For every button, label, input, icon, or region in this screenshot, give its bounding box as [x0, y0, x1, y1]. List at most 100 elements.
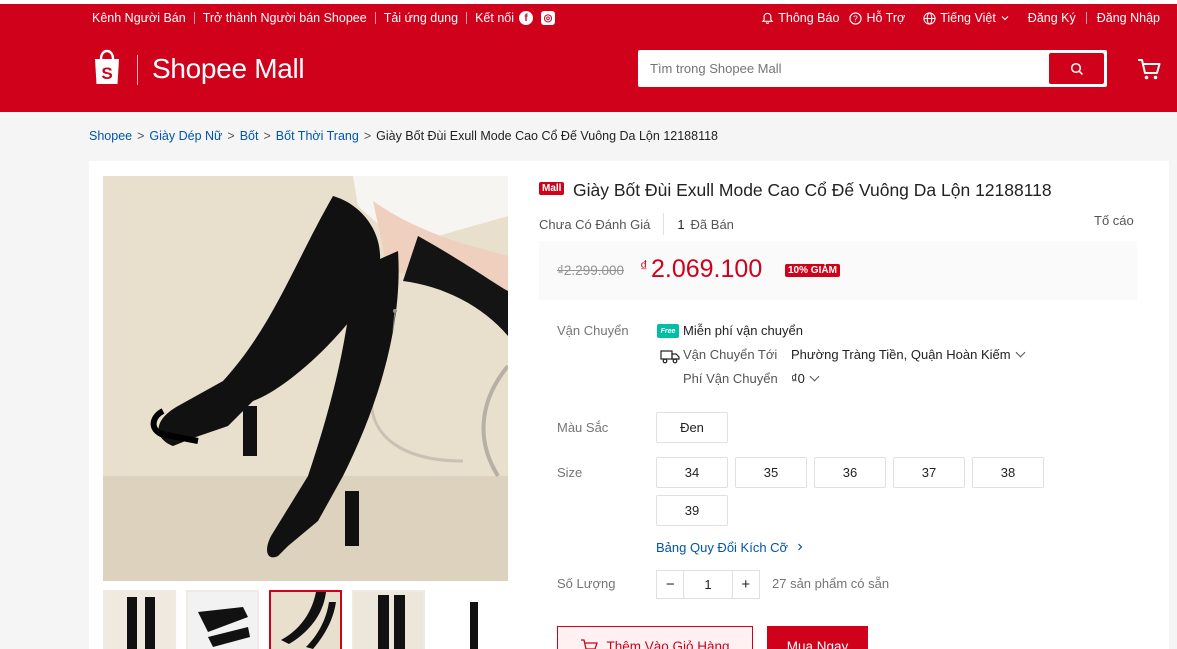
thumbnail-image [437, 592, 506, 649]
svg-text:S: S [101, 64, 112, 83]
size-option[interactable]: 34 [656, 457, 728, 488]
ship-fee-selector[interactable]: ₫0 [791, 371, 820, 386]
truck-icon [660, 350, 680, 364]
add-to-cart-label: Thêm Vào Giỏ Hàng [606, 638, 730, 649]
quantity-label: Số Lượng [557, 576, 616, 591]
sold-label: Đã Bán [690, 216, 734, 232]
breadcrumb-link[interactable]: Bốt Thời Trang [276, 129, 359, 143]
ship-to-label: Vận Chuyển Tới [683, 347, 778, 362]
size-option[interactable]: 39 [656, 495, 728, 526]
size-option[interactable]: 38 [972, 457, 1044, 488]
seller-channel-link[interactable]: Kênh Người Bán [92, 11, 186, 25]
thumbnail-image [271, 592, 340, 649]
mall-badge: Mall [539, 182, 565, 195]
quantity-stepper: − 1 + [656, 570, 760, 599]
chevron-down-icon [1001, 16, 1009, 21]
register-link[interactable]: Đăng Ký [1028, 11, 1076, 25]
thumbnail[interactable] [435, 590, 508, 649]
language-label: Tiếng Việt [940, 11, 996, 25]
size-label: Size [557, 465, 583, 480]
facebook-icon[interactable]: f [519, 11, 533, 25]
product-main-image[interactable] [103, 176, 508, 581]
search-button[interactable] [1049, 53, 1104, 84]
language-selector[interactable]: Tiếng Việt [923, 11, 1010, 25]
breadcrumb-separator: > [137, 129, 145, 143]
add-to-cart-button[interactable]: Thêm Vào Giỏ Hàng [557, 626, 753, 649]
ship-fee-label: Phí Vận Chuyển [683, 371, 778, 386]
size-option[interactable]: 37 [893, 457, 965, 488]
thumbnail-active[interactable] [269, 590, 342, 649]
nav-divider [193, 12, 195, 24]
product-meta: Chưa Có Đánh Giá 1 Đã Bán [539, 213, 734, 235]
thumbnail[interactable] [186, 590, 259, 649]
ship-fee-value: ₫0 [791, 371, 805, 386]
original-price: ₫2.299.000 [557, 263, 624, 278]
thumbnail[interactable] [103, 590, 176, 649]
report-link[interactable]: Tố cáo [1094, 213, 1134, 228]
ship-to-value: Phường Tràng Tiền, Quận Hoàn Kiếm [791, 347, 1011, 362]
top-nav-right: Thông Báo ? Hỗ Trợ Tiếng Việt Đăng Ký Đă… [751, 11, 1160, 25]
chevron-right-icon [797, 543, 803, 551]
quantity-increase-button[interactable]: + [733, 571, 759, 598]
breadcrumb-link[interactable]: Bốt [240, 129, 259, 143]
svg-text:?: ? [854, 13, 859, 23]
discount-badge: 10% GIẢM [785, 264, 840, 277]
notifications-label: Thông Báo [778, 11, 840, 25]
breadcrumb-current: Giày Bốt Đùi Exull Mode Cao Cổ Đế Vuông … [376, 129, 719, 143]
cart-icon[interactable] [1136, 56, 1162, 82]
chevron-down-icon [809, 371, 820, 382]
breadcrumb-link[interactable]: Shopee [89, 129, 132, 143]
nav-divider [466, 12, 468, 24]
logo-divider [137, 55, 138, 85]
size-option[interactable]: 35 [735, 457, 807, 488]
search-input[interactable] [638, 50, 1048, 87]
thumbnail-image [188, 592, 257, 649]
instagram-icon[interactable]: ◎ [541, 11, 555, 25]
help-icon: ? [849, 11, 863, 25]
buy-now-button[interactable]: Mua Ngay [767, 626, 868, 649]
size-guide-label: Bảng Quy Đổi Kích Cỡ [656, 540, 789, 555]
boots-photo [103, 176, 508, 581]
sold-count: 1 [677, 216, 685, 232]
download-app-link[interactable]: Tải ứng dụng [384, 11, 458, 25]
free-shipping-text: Miễn phí vận chuyển [683, 323, 803, 338]
shopee-mall-logo[interactable]: Shopee Mall [152, 53, 305, 85]
color-label: Màu Sắc [557, 420, 609, 435]
color-option[interactable]: Đen [656, 412, 728, 443]
currency-symbol: ₫ [640, 258, 648, 275]
quantity-decrease-button[interactable]: − [657, 571, 683, 598]
login-link[interactable]: Đăng Nhập [1097, 11, 1160, 25]
thumbnail[interactable] [352, 590, 425, 649]
notifications-link[interactable]: Thông Báo [761, 11, 839, 25]
nav-divider [1085, 12, 1087, 24]
free-shipping-icon: Free [657, 324, 679, 338]
thumbnail-strip [103, 590, 508, 649]
current-price: 2.069.100 [651, 255, 763, 283]
search-icon [1070, 62, 1083, 75]
product-title: Giày Bốt Đùi Exull Mode Cao Cổ Đế Vuông … [573, 180, 1052, 200]
breadcrumb-separator: > [227, 129, 235, 143]
breadcrumb-link[interactable]: Giày Dép Nữ [149, 129, 222, 143]
breadcrumb-separator: > [263, 129, 271, 143]
globe-icon [923, 11, 936, 25]
size-guide-link[interactable]: Bảng Quy Đổi Kích Cỡ [656, 540, 805, 555]
shipping-label: Vận Chuyển [557, 323, 629, 338]
meta-divider [663, 213, 665, 235]
bell-icon [761, 12, 774, 24]
top-nav-left: Kênh Người Bán Trở thành Người bán Shope… [92, 11, 555, 25]
support-link[interactable]: ? Hỗ Trợ [849, 11, 905, 25]
chevron-down-icon [1015, 347, 1026, 358]
ship-to-selector[interactable]: Phường Tràng Tiền, Quận Hoàn Kiếm [791, 347, 1026, 362]
stock-text: 27 sản phẩm có sẵn [772, 576, 890, 591]
support-label: Hỗ Trợ [866, 11, 906, 25]
thumbnail-image [105, 592, 174, 649]
breadcrumb: Shopee > Giày Dép Nữ > Bốt > Bốt Thời Tr… [89, 129, 718, 143]
rating-text: Chưa Có Đánh Giá [539, 216, 651, 232]
search-bar [638, 50, 1107, 87]
shopee-bag-icon[interactable]: S [91, 48, 123, 86]
add-cart-icon [581, 639, 599, 649]
become-seller-link[interactable]: Trở thành Người bán Shopee [203, 11, 367, 25]
quantity-input[interactable]: 1 [683, 571, 733, 598]
breadcrumb-separator: > [363, 129, 372, 143]
size-option[interactable]: 36 [814, 457, 886, 488]
